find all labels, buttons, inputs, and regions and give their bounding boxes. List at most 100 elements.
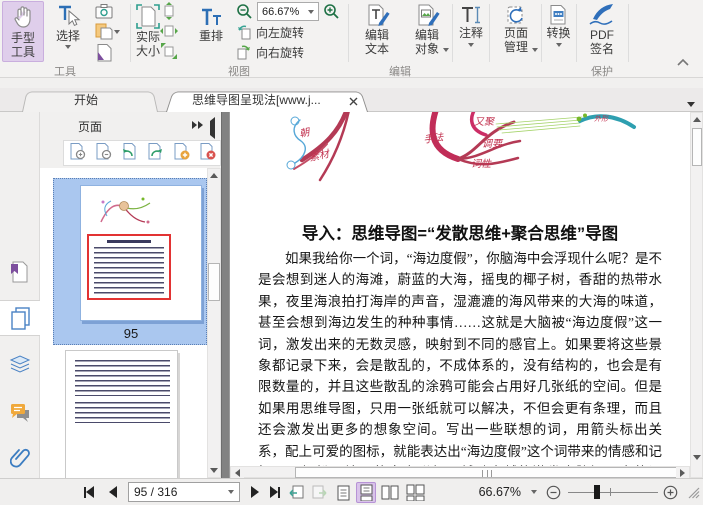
arrow-right-icon [680,469,685,477]
edit-object-label: 编辑 对象 [414,28,439,56]
vertical-scrollbar-thumb[interactable] [692,128,702,166]
panel-splitter[interactable] [221,112,230,478]
snapshot-button[interactable] [94,2,114,23]
last-page-button[interactable] [266,484,284,500]
previous-page-button[interactable] [106,484,120,500]
group-separator [452,4,453,62]
clipboard-button[interactable] [94,22,120,41]
bookmark-page-button[interactable] [94,43,114,65]
sidebar-tab-pages[interactable] [0,300,40,336]
thumbnail-zoom-out-button[interactable] [94,142,113,164]
reflow-button[interactable]: 重排 [188,1,234,62]
window-resize-grip[interactable] [687,486,700,502]
hand-tool-button[interactable]: 手型 工具 [2,1,44,62]
panel-collapse-button[interactable] [210,117,215,139]
panel-scroll-up-button[interactable] [208,169,220,182]
thumbnail-page-96[interactable] [65,350,180,478]
ribbon-collapse-button[interactable] [676,56,696,72]
sidebar-tab-attachments[interactable] [0,440,40,476]
scroll-down-button[interactable] [691,451,702,464]
fit-visible-button[interactable] [160,42,178,63]
previous-view-icon [289,485,304,499]
first-page-button[interactable] [80,484,98,500]
comment-button[interactable]: 注释 [454,1,488,62]
panel-scroll-down-button[interactable] [208,464,220,477]
vertical-scrollbar[interactable] [690,112,703,478]
tab-document[interactable]: 思维导图呈现法[www.j... [166,90,368,112]
horizontal-scrollbar-thumb[interactable] [295,467,677,478]
scroll-left-button[interactable] [231,467,244,478]
tab-start[interactable]: 开始 [22,90,158,112]
next-page-button[interactable] [248,484,262,500]
sidebar-tab-comments[interactable] [0,394,40,430]
thumbnail-page-95[interactable]: 95 [53,178,207,345]
page-management-button[interactable]: 页面 管理 [492,1,540,62]
document-heading: 导入：思维导图=“发散思维+聚合思维”导图 [301,225,619,243]
chevron-up-icon [677,58,689,66]
group-label-tools: 工具 [54,66,76,78]
rotate-left-button[interactable]: 向左旋转 [236,23,304,41]
document-page[interactable]: 朝 素材 手法 又聚 调要 词性 外形 导入：思维导图=“发散思维+聚合思维”导… [230,112,690,478]
arrow-up-icon [692,117,701,122]
scroll-right-button[interactable] [676,467,689,478]
select-tool-button[interactable]: 选择 [46,1,90,62]
tab-list-button[interactable] [687,96,695,110]
zoom-dropdown-caret[interactable] [531,490,537,494]
sidebar-tab-layers[interactable] [0,346,40,382]
panel-scrollbar-thumb[interactable] [208,263,220,301]
panel-scrollbar[interactable] [207,168,221,478]
fit-height-icon [164,2,174,20]
navigation-strip [0,112,40,505]
comment-label: 注释 [458,26,483,40]
previous-view-button[interactable] [288,483,306,501]
zoom-level-combobox[interactable]: 66.67% [257,2,319,21]
scroll-up-button[interactable] [691,113,702,126]
edit-object-button[interactable]: 编辑 对象 [404,1,450,62]
edit-text-icon [368,4,390,26]
mindmap-label: 又聚 [474,117,496,128]
edit-text-label: 编辑 文本 [364,28,389,56]
scrollbar-grip [482,470,492,477]
fit-height-button[interactable] [160,2,178,23]
zoom-in-button[interactable] [323,3,340,23]
edit-text-button[interactable]: 编辑 文本 [354,1,400,62]
zoom-slider-thumb[interactable] [594,485,600,499]
pages-panel-title: 页面 [78,120,103,134]
dropdown-caret [468,43,474,47]
dropdown-caret [65,45,71,49]
layout-single-page-button[interactable] [333,482,353,503]
fit-width-icon [160,25,178,37]
thumbnail-zoom-in-button[interactable] [68,142,87,164]
clipboard-icon [95,23,113,40]
tab-document-label: 思维导图呈现法[www.j... [192,93,321,107]
close-icon[interactable] [349,97,358,106]
page-number-combobox[interactable]: 95 / 316 [128,482,240,502]
sidebar-tab-bookmarks[interactable] [0,254,40,290]
zoom-out-button[interactable] [236,3,253,23]
rotate-page-right-button[interactable] [146,142,165,164]
panel-expand-button[interactable] [192,121,203,129]
rotate-page-left-button[interactable] [120,142,139,164]
fit-width-button[interactable] [160,22,178,43]
zoom-out-slider-button[interactable] [545,484,561,500]
bar-icon [278,486,280,498]
zoom-in-slider-button[interactable] [662,484,678,500]
delete-page-button[interactable] [198,142,217,164]
chevron-down-icon [687,102,695,107]
layers-icon [9,355,31,373]
convert-button[interactable]: 转换 [542,1,575,62]
pdf-sign-label: PDF 签名 [589,28,614,56]
dropdown-caret [443,48,449,52]
next-view-button[interactable] [310,483,328,501]
zoom-slider-track[interactable] [568,491,658,493]
add-page-button[interactable] [172,142,191,164]
thumbnail-list: 95 [40,168,207,478]
single-page-icon [337,485,349,500]
horizontal-scrollbar[interactable] [230,466,690,478]
layout-continuous-button[interactable] [356,482,376,503]
next-view-icon [312,485,327,499]
pdf-sign-button[interactable]: PDF 签名 [579,1,625,62]
layout-continuous-facing-button[interactable] [403,482,427,503]
layout-facing-button[interactable] [379,482,401,503]
rotate-right-button[interactable]: 向右旋转 [236,43,304,61]
